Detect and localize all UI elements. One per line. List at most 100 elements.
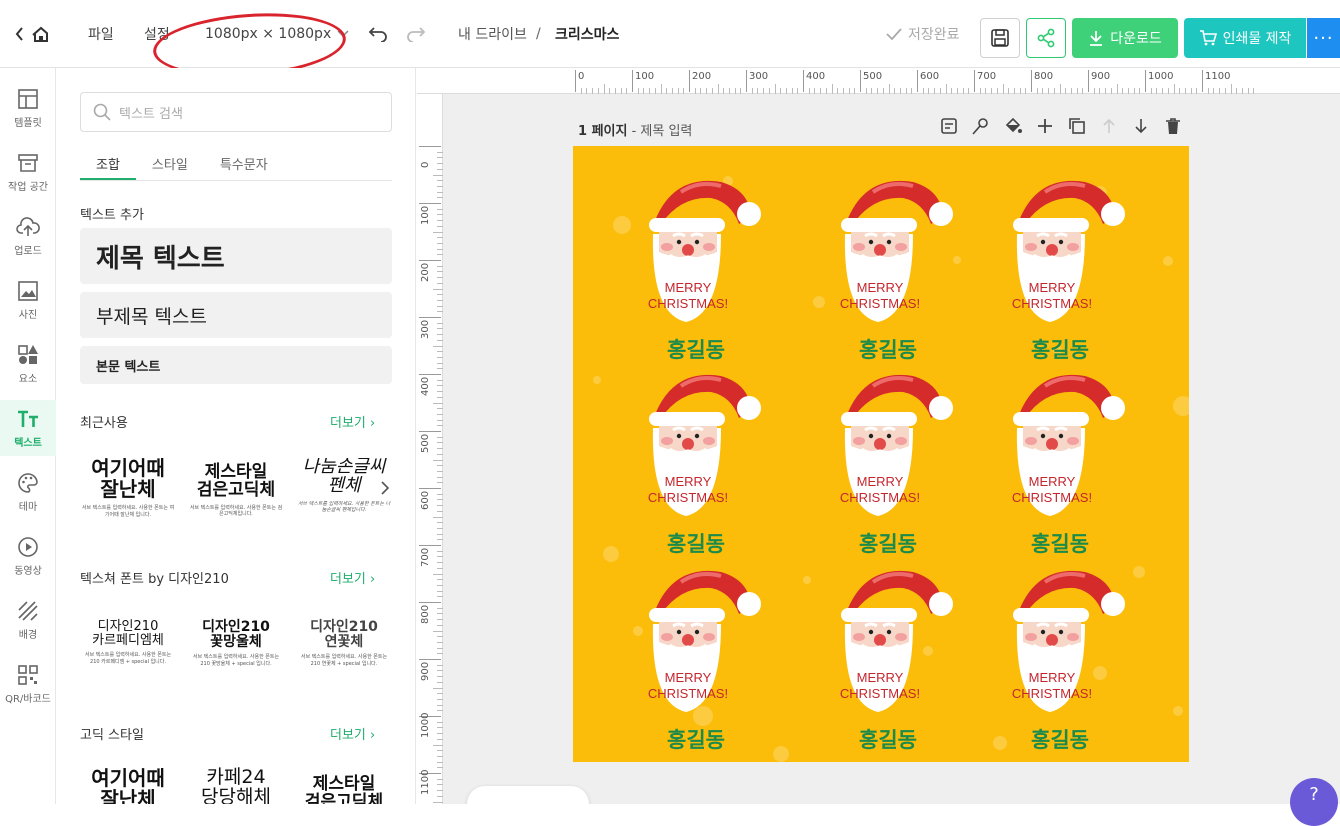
font-preview-line1: 카페24 xyxy=(206,766,266,788)
ruler-minor-tick xyxy=(1093,88,1095,94)
redo-button[interactable] xyxy=(406,0,426,68)
delete-page-icon[interactable] xyxy=(1163,116,1183,136)
nav-label: 업로드 xyxy=(14,245,42,257)
nav-qr[interactable]: QR/바코드 xyxy=(0,656,56,712)
nav-template[interactable]: 템플릿 xyxy=(0,80,56,136)
nav-video[interactable]: 동영상 xyxy=(0,528,56,584)
add-heading-button[interactable]: 제목 텍스트 xyxy=(80,228,392,284)
panel-tabs: 조합 스타일 특수문자 xyxy=(80,148,392,181)
duplicate-page-icon[interactable] xyxy=(1067,116,1087,136)
more-options-button[interactable]: ··· xyxy=(1307,18,1340,58)
breadcrumb-root[interactable]: 내 드라이브 xyxy=(458,0,527,68)
tab-style[interactable]: 스타일 xyxy=(136,148,204,180)
ruler-minor-tick xyxy=(437,151,443,153)
ruler-minor-tick xyxy=(437,328,443,330)
top-toolbar: 파일 설정 1080px × 1080px 내 드라이브 / 크리스마스 저장완… xyxy=(0,0,1340,83)
background-dot xyxy=(1173,706,1183,716)
nav-label: 텍스트 xyxy=(14,437,42,449)
santa-sticker[interactable]: MERRY CHRISTMAS! 홍길동 xyxy=(995,174,1125,362)
back-home-button[interactable] xyxy=(14,0,48,68)
font-preview-card[interactable]: 제스타일 검은고딕체 서브 텍스트를 입력하세요. 사용한 폰트는 검은고딕체입… xyxy=(188,458,284,518)
background-dot xyxy=(773,746,789,762)
nav-label: 작업 공간 xyxy=(8,181,48,193)
design-canvas[interactable]: MERRY CHRISTMAS! 홍길동 MERRY CHRISTMAS! 홍길… xyxy=(573,146,1189,762)
ruler-minor-tick xyxy=(433,687,443,689)
ruler-tick-label: 400 xyxy=(806,71,826,82)
save-icon xyxy=(991,29,1009,47)
magic-wand-icon[interactable] xyxy=(971,116,991,136)
gothic-more-link[interactable]: 더보기 › xyxy=(330,724,375,743)
santa-sticker[interactable]: MERRY CHRISTMAS! 홍길동 xyxy=(631,174,761,362)
document-title[interactable]: 크리스마스 xyxy=(555,0,619,68)
share-button[interactable] xyxy=(1026,18,1066,58)
ruler-minor-tick xyxy=(437,556,443,558)
paint-bucket-icon[interactable] xyxy=(1003,116,1023,136)
font-preview-card[interactable]: 여기어때 잘난체 xyxy=(80,768,176,805)
texture-fonts-row: 디자인210 카르페디엠체 서브 텍스트를 입력하세요. 사용한 폰트는 210… xyxy=(80,620,392,667)
font-preview-card[interactable]: 나눔손글씨 펜체 서브 텍스트를 입력하세요. 사용한 폰트는 나눔손글씨 펜체… xyxy=(296,458,392,518)
undo-button[interactable] xyxy=(368,0,388,68)
santa-face-icon: MERRY CHRISTMAS! xyxy=(1012,570,1125,712)
font-preview-card[interactable]: 제스타일 검은고딕체 xyxy=(296,768,392,804)
save-button[interactable] xyxy=(980,18,1020,58)
ruler-minor-tick xyxy=(1025,88,1027,94)
add-subheading-button[interactable]: 부제목 텍스트 xyxy=(80,292,392,338)
nav-background[interactable]: 배경 xyxy=(0,592,56,648)
move-page-down-icon[interactable] xyxy=(1131,116,1151,136)
santa-sticker[interactable]: MERRY CHRISTMAS! 홍길동 xyxy=(823,174,953,362)
nav-photo[interactable]: 사진 xyxy=(0,272,56,328)
tab-combination[interactable]: 조합 xyxy=(80,148,136,180)
texture-more-link[interactable]: 더보기 › xyxy=(330,568,375,587)
text-search-input[interactable]: 텍스트 검색 xyxy=(80,92,392,132)
nav-elements[interactable]: 요소 xyxy=(0,336,56,392)
ruler-minor-tick xyxy=(437,790,443,792)
nav-upload[interactable]: 업로드 xyxy=(0,208,56,264)
add-body-button[interactable]: 본문 텍스트 xyxy=(80,346,392,384)
font-preview-sub: 서브 텍스트를 입력하세요. 사용한 폰트는 210 카르페디엠 + speci… xyxy=(84,652,172,665)
ruler-minor-tick xyxy=(763,88,765,94)
ruler-tick-label: 100 xyxy=(420,205,431,225)
santa-sticker[interactable]: MERRY CHRISTMAS! 홍길동 xyxy=(823,368,953,556)
ruler-minor-tick xyxy=(437,733,443,735)
nav-workspace[interactable]: 작업 공간 xyxy=(0,144,56,200)
carousel-next-button[interactable] xyxy=(380,480,390,499)
font-preview-card[interactable]: 여기어때 잘난체 서브 텍스트를 입력하세요. 사용한 폰트는 여기어때 잘난체… xyxy=(80,458,176,518)
ruler-tick-label: 100 xyxy=(635,71,655,82)
page-note-icon[interactable] xyxy=(939,116,959,136)
ruler-tick xyxy=(1088,70,1089,92)
font-preview-card[interactable]: 디자인210 카르페디엠체 서브 텍스트를 입력하세요. 사용한 폰트는 210… xyxy=(80,620,176,667)
move-page-up-icon[interactable] xyxy=(1099,116,1119,136)
ruler-minor-tick xyxy=(717,84,719,94)
ruler-minor-tick xyxy=(437,584,443,586)
santa-sticker[interactable]: MERRY CHRISTMAS! 홍길동 xyxy=(631,564,761,752)
font-preview-card[interactable]: 디자인210 연꽃체 서브 텍스트를 입력하세요. 사용한 폰트는 210 연꽃… xyxy=(296,620,392,667)
recent-more-link[interactable]: 더보기 › xyxy=(330,412,375,431)
recent-fonts-row: 여기어때 잘난체 서브 텍스트를 입력하세요. 사용한 폰트는 여기어때 잘난체… xyxy=(80,458,392,518)
santa-sticker[interactable]: MERRY CHRISTMAS! 홍길동 xyxy=(631,368,761,556)
download-button[interactable]: 다운로드 xyxy=(1072,18,1178,58)
ruler-minor-tick xyxy=(1099,88,1101,94)
font-preview-card[interactable]: 카페24 당당해체 xyxy=(188,766,284,804)
zoom-control[interactable] xyxy=(467,786,589,804)
font-preview-line1: 디자인210 xyxy=(310,619,378,635)
nav-theme[interactable]: 테마 xyxy=(0,464,56,520)
tab-special-chars[interactable]: 특수문자 xyxy=(204,148,284,180)
add-page-icon[interactable] xyxy=(1035,116,1055,136)
ruler-minor-tick xyxy=(1236,88,1238,94)
santa-sticker[interactable]: MERRY CHRISTMAS! 홍길동 xyxy=(823,564,953,752)
ruler-minor-tick xyxy=(437,214,443,216)
page-title-input[interactable]: - 제목 입력 xyxy=(632,124,693,139)
nav-label: 요소 xyxy=(18,373,38,385)
print-order-button[interactable]: 인쇄물 제작 xyxy=(1184,18,1306,58)
ruler-minor-tick xyxy=(437,180,443,182)
ruler-minor-tick xyxy=(1082,88,1084,94)
nav-text[interactable]: 텍스트 xyxy=(0,400,56,456)
ruler-minor-tick xyxy=(437,271,443,273)
ruler-minor-tick xyxy=(677,88,679,94)
font-preview-sub: 서브 텍스트를 입력하세요. 사용한 폰트는 210 꽃망울체 + specia… xyxy=(192,654,280,667)
santa-sticker[interactable]: MERRY CHRISTMAS! 홍길동 xyxy=(995,564,1125,752)
santa-sticker[interactable]: MERRY CHRISTMAS! 홍길동 xyxy=(995,368,1125,556)
font-preview-card[interactable]: 디자인210 꽃망울체 서브 텍스트를 입력하세요. 사용한 폰트는 210 꽃… xyxy=(188,620,284,667)
file-menu[interactable]: 파일 xyxy=(88,0,114,68)
help-button[interactable]: ? xyxy=(1290,778,1338,826)
